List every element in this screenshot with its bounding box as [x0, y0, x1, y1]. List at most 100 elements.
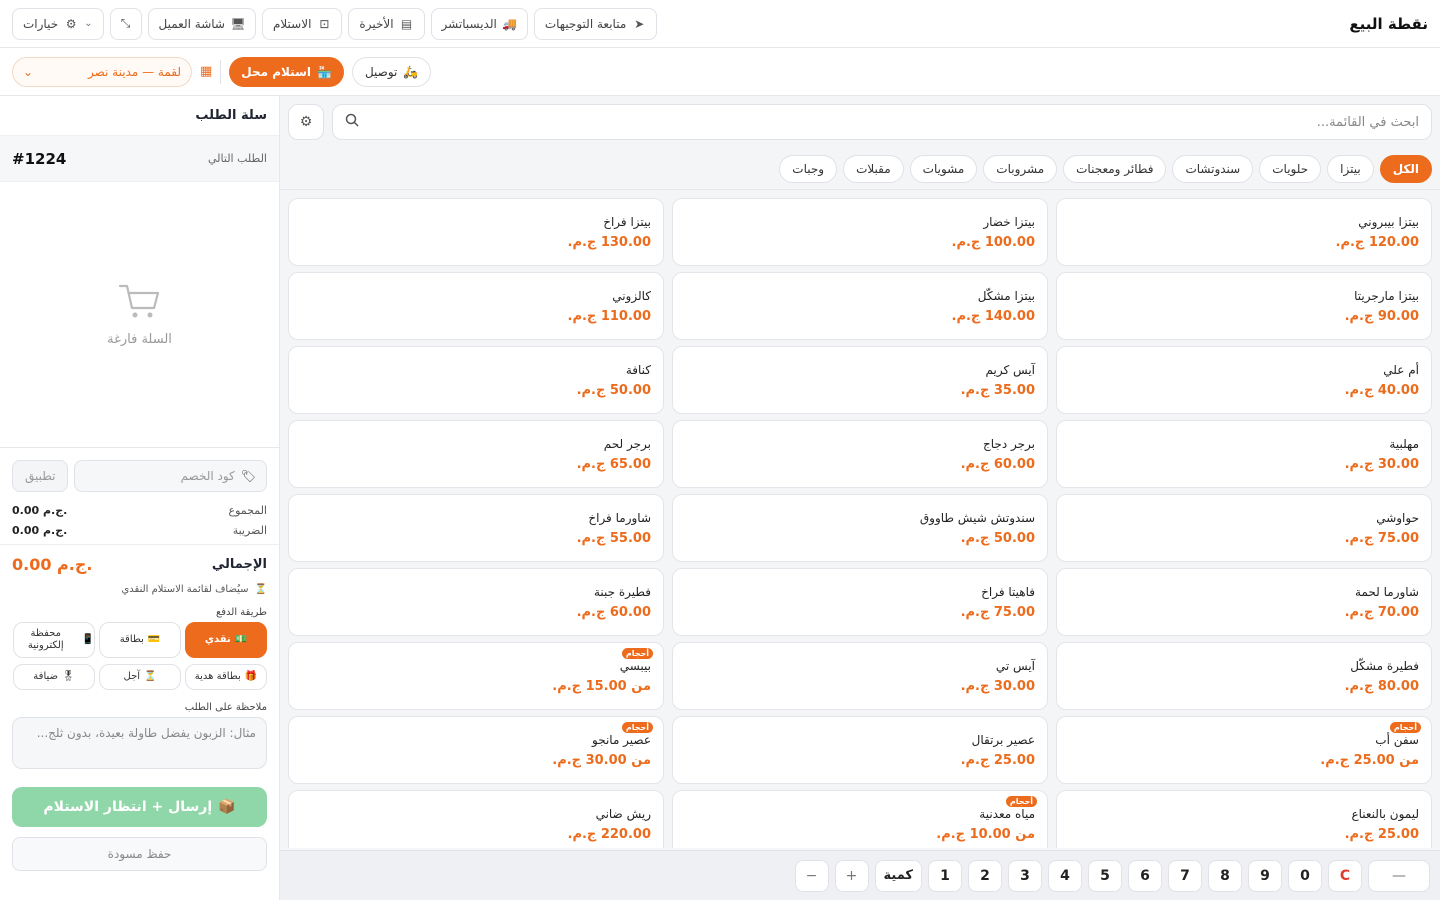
- keypad: — C 0 9 8 7 6 5 4 3 2 1 كمية + −: [280, 850, 1440, 900]
- category-tab[interactable]: الكل: [1379, 154, 1432, 183]
- digit-key-8[interactable]: 8: [1208, 859, 1242, 892]
- product-card[interactable]: مهلبية 30.00 ج.م.: [1056, 420, 1432, 488]
- product-card[interactable]: أم علي 40.00 ج.م.: [1056, 346, 1432, 414]
- apply-promo-button[interactable]: تطبيق: [12, 460, 69, 492]
- package-icon: 📦: [218, 799, 236, 815]
- header-button-4[interactable]: 🖥 شاشة العميل: [147, 7, 256, 40]
- menu-panel: ابحث في القائمة... ⚙ الكل بيتزا حلويات سندو…: [280, 96, 1440, 900]
- clear-key[interactable]: C: [1328, 859, 1362, 892]
- hourglass-icon: ⏳: [254, 584, 267, 595]
- backspace-key[interactable]: —: [1368, 859, 1430, 892]
- product-card[interactable]: ليمون بالنعناع 25.00 ج.م.: [1056, 790, 1432, 848]
- product-name: ريش ضاني: [595, 807, 651, 821]
- product-card[interactable]: كنافة 50.00 ج.م.: [288, 346, 664, 414]
- save-draft-button[interactable]: حفظ مسودة: [12, 837, 267, 871]
- payment-label: ضيافة: [33, 671, 58, 682]
- pickup-label: استلام محل: [241, 64, 311, 79]
- page-title: نقطة البيع: [1349, 14, 1428, 33]
- digit-key-9[interactable]: 9: [1248, 859, 1282, 892]
- product-card[interactable]: أحجام سفن أب من 25.00 ج.م.: [1056, 716, 1432, 784]
- payment-methods: 💵 نقدي 💳 بطاقة 📱 محفظة إلكترونية 🎁 بطاقة هدية ⏳ آ…: [0, 622, 279, 690]
- product-card[interactable]: آيس كريم 35.00 ج.م.: [672, 346, 1048, 414]
- header-button-3[interactable]: ⊡ الاستلام: [261, 7, 343, 40]
- order-note-input[interactable]: مثال: الزبون يفضل طاولة بعيدة، بدون ثلج.…: [12, 717, 267, 769]
- filter-button[interactable]: ⚙: [288, 104, 324, 140]
- product-card[interactable]: بيتزا بيبروني 120.00 ج.م.: [1056, 198, 1432, 266]
- header-button-6[interactable]: ⌄ ⚙ خيارات: [12, 7, 104, 40]
- fullscreen-exit-icon: ⤡: [120, 16, 131, 30]
- product-card[interactable]: بيتزا مشكّل 140.00 ج.م.: [672, 272, 1048, 340]
- product-name: أم علي: [1383, 363, 1419, 377]
- product-card[interactable]: عصير برتقال 25.00 ج.م.: [672, 716, 1048, 784]
- product-card[interactable]: ريش ضاني 220.00 ج.م.: [288, 790, 664, 848]
- digit-key-5[interactable]: 5: [1088, 859, 1122, 892]
- pickup-toggle[interactable]: 🏪 استلام محل: [229, 56, 344, 87]
- product-price: 25.00 ج.م.: [960, 753, 1035, 768]
- product-card[interactable]: سندوتش شيش طاووق 50.00 ج.م.: [672, 494, 1048, 562]
- product-name: برجر لحم: [603, 437, 651, 451]
- payment-label: بطاقة: [119, 634, 144, 645]
- category-tab[interactable]: فطائر ومعجنات: [1063, 154, 1167, 183]
- product-card[interactable]: شاورما لحمة 70.00 ج.م.: [1056, 568, 1432, 636]
- product-card[interactable]: بيتزا مارجريتا 90.00 ج.م.: [1056, 272, 1432, 340]
- digit-key-0[interactable]: 0: [1288, 859, 1322, 892]
- product-card[interactable]: فاهيتا فراخ 75.00 ج.م.: [672, 568, 1048, 636]
- sizes-badge: أحجام: [1005, 796, 1037, 807]
- product-card[interactable]: أحجام مياه معدنية من 10.00 ج.م.: [672, 790, 1048, 848]
- digit-key-1[interactable]: 1: [928, 859, 962, 892]
- payment-icon: 📱: [81, 634, 94, 645]
- product-price: 35.00 ج.م.: [960, 383, 1035, 398]
- product-card[interactable]: كالزوني 110.00 ج.م.: [288, 272, 664, 340]
- category-tab[interactable]: وجبات: [779, 154, 838, 183]
- category-tab[interactable]: سندوتشات: [1172, 154, 1254, 183]
- header-button-2[interactable]: ▤ الأخيرة: [348, 7, 425, 40]
- delivery-toggle[interactable]: 🛵 توصيل: [351, 56, 432, 87]
- digit-key-3[interactable]: 3: [1008, 859, 1042, 892]
- payment-option[interactable]: ⏳ آجل: [99, 664, 181, 690]
- product-name: فاهيتا فراخ: [981, 585, 1035, 599]
- category-tab[interactable]: حلويات: [1259, 154, 1322, 183]
- digit-key-6[interactable]: 6: [1128, 859, 1162, 892]
- product-card[interactable]: آيس تي 30.00 ج.م.: [672, 642, 1048, 710]
- payment-option[interactable]: 🎖 ضيافة: [13, 664, 95, 690]
- product-card[interactable]: بيتزا خضار 100.00 ج.م.: [672, 198, 1048, 266]
- fullscreen-button[interactable]: ⤡: [109, 7, 142, 40]
- quantity-key[interactable]: كمية: [874, 859, 922, 892]
- header-button-0[interactable]: ➤ متابعة التوجيهات: [533, 7, 658, 40]
- send-order-button[interactable]: 📦 إرسال + انتظار الاستلام: [12, 787, 267, 827]
- header-button-1[interactable]: 🚚 الديسباتشر: [430, 7, 528, 40]
- category-tab[interactable]: مشروبات: [983, 154, 1058, 183]
- product-card[interactable]: برجر دجاج 60.00 ج.م.: [672, 420, 1048, 488]
- delivery-label: توصيل: [364, 64, 398, 79]
- minus-button[interactable]: −: [794, 859, 829, 892]
- payment-option[interactable]: 📱 محفظة إلكترونية: [13, 622, 95, 658]
- product-name: عصير برتقال: [971, 733, 1035, 747]
- product-price: 90.00 ج.م.: [1344, 309, 1419, 324]
- category-tab[interactable]: مشويات: [909, 154, 978, 183]
- plus-button[interactable]: +: [834, 859, 869, 892]
- payment-option[interactable]: 🎁 بطاقة هدية: [185, 664, 267, 690]
- product-price: 70.00 ج.م.: [1344, 605, 1419, 620]
- product-price: 65.00 ج.م.: [576, 457, 651, 472]
- product-card[interactable]: أحجام بيبسي من 15.00 ج.م.: [288, 642, 664, 710]
- product-card[interactable]: حواوشي 75.00 ج.م.: [1056, 494, 1432, 562]
- cash-note: ⏳ سيُضاف لقائمة الاستلام النقدي: [0, 578, 279, 595]
- digit-key-7[interactable]: 7: [1168, 859, 1202, 892]
- product-card[interactable]: فطيرة مشكّل 80.00 ج.م.: [1056, 642, 1432, 710]
- product-card[interactable]: برجر لحم 65.00 ج.م.: [288, 420, 664, 488]
- product-card[interactable]: أحجام عصير مانجو من 30.00 ج.م.: [288, 716, 664, 784]
- category-tab[interactable]: مقبلات: [843, 154, 904, 183]
- send-icon: ➤: [634, 16, 645, 31]
- promo-code-input[interactable]: 🏷 كود الخصم: [74, 460, 267, 492]
- product-card[interactable]: فطيرة جبنة 60.00 ج.م.: [288, 568, 664, 636]
- digit-key-2[interactable]: 2: [968, 859, 1002, 892]
- product-card[interactable]: شاورما فراخ 55.00 ج.م.: [288, 494, 664, 562]
- digit-key-4[interactable]: 4: [1048, 859, 1082, 892]
- payment-option[interactable]: 💳 بطاقة: [99, 622, 181, 658]
- header-button-label: الأخيرة: [359, 16, 394, 31]
- branch-select[interactable]: لقمة — مدينة نصر ⌄: [12, 56, 192, 87]
- category-tab[interactable]: بيتزا: [1327, 154, 1374, 183]
- product-card[interactable]: بيتزا فراخ 130.00 ج.م.: [288, 198, 664, 266]
- payment-option[interactable]: 💵 نقدي: [185, 622, 267, 658]
- menu-search-input[interactable]: ابحث في القائمة...: [332, 104, 1432, 140]
